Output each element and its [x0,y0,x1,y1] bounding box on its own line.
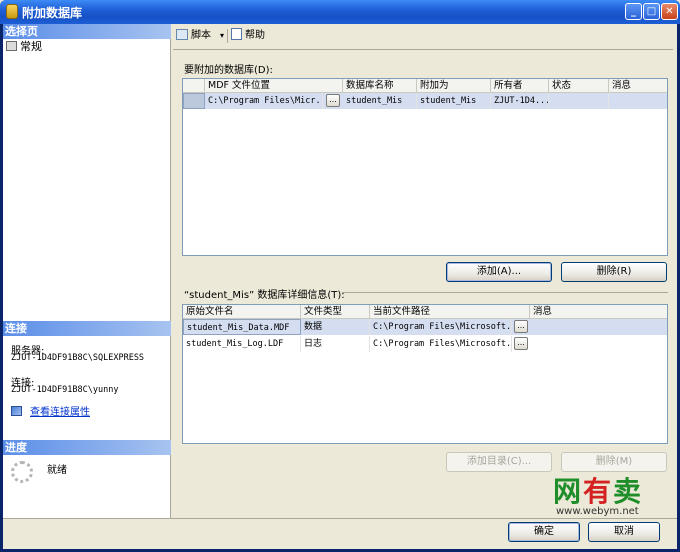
progress-status: 就绪 [47,465,67,476]
add-button[interactable]: 添加(A)... [446,262,552,282]
databases-grid[interactable]: MDF 文件位置 数据库名称 附加为 所有者 状态 消息 C:\Program … [182,78,668,256]
watermark-logo: 网有卖 www.webym.net [548,470,668,520]
left-panel: 选择页 常规 连接 服务器: ZJUT-1D4DF91B8C\SQLEXPRES… [3,24,171,518]
cancel-button[interactable]: 取消 [588,522,660,542]
maximize-icon: □ [646,6,657,17]
column-header[interactable]: 状态 [549,79,609,93]
help-label: 帮助 [245,30,265,41]
column-header[interactable]: MDF 文件位置 [205,79,343,93]
file-path-cell: C:\Program Files\Microsoft... [370,319,512,335]
message-cell [530,319,667,335]
window-title: 附加数据库 [22,6,83,20]
table-row[interactable]: student_Mis_Log.LDF 日志 C:\Program Files\… [183,336,667,352]
message-cell [530,336,667,352]
column-header[interactable]: 所有者 [491,79,549,93]
remove-file-button[interactable]: 删除(M) [561,452,667,472]
view-connection-link[interactable]: 查看连接属性 [30,407,90,418]
file-details-grid[interactable]: 原始文件名 文件类型 当前文件路径 消息 student_Mis_Data.MD… [182,304,668,444]
mdf-location-cell: C:\Program Files\Micr... [205,93,323,109]
maximize-button[interactable]: □ [643,3,660,20]
file-type-cell: 日志 [301,336,370,352]
column-header[interactable]: 文件类型 [301,305,370,319]
connection-value: ZJUT-1D4DF91B8C\yunny [11,385,119,395]
file-type-cell: 数据 [301,319,370,335]
page-item-general[interactable]: 常规 [6,40,42,54]
column-header[interactable]: 数据库名称 [343,79,417,93]
table-row[interactable]: student_Mis_Data.MDF 数据 C:\Program Files… [183,319,667,335]
remove-button[interactable]: 删除(R) [561,262,667,282]
database-icon [6,4,18,19]
watermark-url: www.webym.net [556,506,639,517]
details-divider [342,292,668,293]
watermark-chars: 网有卖 [553,475,644,508]
page-item-label: 常规 [20,40,42,53]
browse-file-button[interactable]: ... [514,337,528,350]
title-bar[interactable]: 附加数据库 _ □ ✕ [0,0,680,24]
server-value: ZJUT-1D4DF91B8C\SQLEXPRESS [11,353,145,363]
toolbar-divider [173,49,673,50]
script-dropdown-icon[interactable]: ▾ [220,27,224,45]
file-name-cell: student_Mis_Log.LDF [183,336,301,352]
footer-divider [3,518,677,519]
file-path-cell: C:\Program Files\Microsoft... [370,336,512,352]
minimize-icon: _ [631,6,636,17]
help-icon [231,28,242,40]
databases-label: 要附加的数据库(D): [184,65,273,76]
table-row[interactable]: C:\Program Files\Micr... ... student_Mis… [183,93,667,109]
browse-mdf-button[interactable]: ... [326,94,340,107]
status-cell [549,93,609,109]
help-button[interactable]: 帮助 [231,27,265,45]
close-icon: ✕ [665,6,674,17]
message-cell [609,93,667,109]
select-page-header: 选择页 [3,24,171,39]
connection-header: 连接 [3,321,171,336]
script-icon [176,29,188,40]
attach-as-cell[interactable]: student_Mis [417,93,491,109]
ok-button[interactable]: 确定 [508,522,580,542]
script-label: 脚本 [191,30,211,41]
add-catalog-button[interactable]: 添加目录(C)... [446,452,552,472]
column-header[interactable]: 消息 [530,305,667,319]
toolbar-separator [227,29,228,43]
column-header[interactable]: 消息 [609,79,667,93]
row-selector[interactable] [183,93,205,109]
view-connection-properties[interactable]: 查看连接属性 [11,406,90,419]
db-name-cell: student_Mis [343,93,417,109]
column-header[interactable]: 附加为 [417,79,491,93]
close-button[interactable]: ✕ [661,3,678,20]
dialog-window: 附加数据库 _ □ ✕ 选择页 常规 连接 服务器: ZJUT-1D4DF91B… [0,0,680,552]
owner-cell[interactable]: ZJUT-1D4... [491,93,549,109]
progress-spinner-icon [11,461,33,483]
script-button[interactable]: 脚本 [176,27,211,45]
minimize-button[interactable]: _ [625,3,642,20]
connection-properties-icon [11,406,22,416]
browse-file-button[interactable]: ... [514,320,528,333]
grid-corner-header [183,79,205,93]
progress-header: 进度 [3,440,171,455]
details-label: “student_Mis” 数据库详细信息(T): [184,290,345,301]
page-icon [6,41,17,51]
column-header[interactable]: 当前文件路径 [370,305,530,319]
dialog-client-area: 选择页 常规 连接 服务器: ZJUT-1D4DF91B8C\SQLEXPRES… [3,24,677,549]
file-name-cell: student_Mis_Data.MDF [183,319,301,335]
column-header[interactable]: 原始文件名 [183,305,301,319]
